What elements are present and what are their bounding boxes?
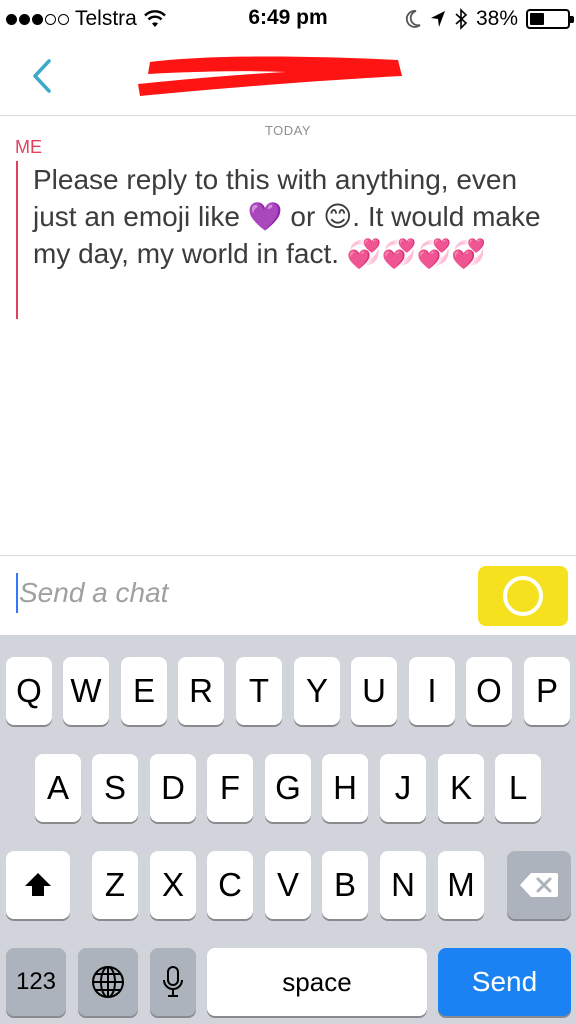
battery-icon: [526, 9, 574, 29]
key-h[interactable]: H: [322, 754, 368, 822]
text-cursor: [16, 573, 18, 613]
key-f[interactable]: F: [207, 754, 253, 822]
bluetooth-icon: [455, 8, 468, 30]
key-o[interactable]: O: [466, 657, 512, 725]
delete-key[interactable]: [507, 851, 571, 919]
key-m[interactable]: M: [438, 851, 484, 919]
chat-bar: [0, 555, 576, 635]
key-v[interactable]: V: [265, 851, 311, 919]
numbers-key[interactable]: 123: [6, 948, 66, 1016]
key-z[interactable]: Z: [92, 851, 138, 919]
key-d[interactable]: D: [150, 754, 196, 822]
date-label: TODAY: [264, 123, 312, 138]
key-w[interactable]: W: [63, 657, 109, 725]
key-u[interactable]: U: [351, 657, 397, 725]
key-r[interactable]: R: [178, 657, 224, 725]
microphone-key[interactable]: [150, 948, 196, 1016]
message-bubble[interactable]: Please reply to this with anything, even…: [16, 161, 556, 319]
key-t[interactable]: T: [236, 657, 282, 725]
key-j[interactable]: J: [380, 754, 426, 822]
battery-percent: 38%: [475, 7, 518, 30]
moon-icon: [405, 10, 421, 28]
redacted-contact-name: [138, 56, 402, 96]
back-button[interactable]: [22, 54, 62, 98]
capture-button[interactable]: [478, 566, 568, 626]
key-k[interactable]: K: [438, 754, 484, 822]
key-g[interactable]: G: [265, 754, 311, 822]
key-l[interactable]: L: [495, 754, 541, 822]
key-b[interactable]: B: [322, 851, 368, 919]
chat-input[interactable]: [19, 568, 439, 618]
key-n[interactable]: N: [380, 851, 426, 919]
key-a[interactable]: A: [35, 754, 81, 822]
key-q[interactable]: Q: [6, 657, 52, 725]
key-y[interactable]: Y: [294, 657, 340, 725]
battery-level: [530, 13, 544, 25]
circle-icon: [503, 576, 543, 616]
status-right: 38%: [404, 6, 574, 32]
key-s[interactable]: S: [92, 754, 138, 822]
location-arrow-icon: [430, 11, 445, 27]
key-x[interactable]: X: [150, 851, 196, 919]
nav-bar: [0, 40, 576, 116]
message-text: Please reply to this with anything, even…: [33, 164, 541, 269]
key-i[interactable]: I: [409, 657, 455, 725]
globe-key[interactable]: [78, 948, 138, 1016]
key-e[interactable]: E: [121, 657, 167, 725]
chevron-left-icon: [33, 59, 51, 93]
keyboard: Q W E R T Y U I O P A S D F G H J K L Z …: [0, 635, 576, 1024]
key-c[interactable]: C: [207, 851, 253, 919]
space-key[interactable]: space: [207, 948, 427, 1016]
microphone-icon: [163, 966, 183, 997]
send-key[interactable]: Send: [438, 948, 571, 1016]
sender-label: ME: [15, 137, 42, 157]
status-bar: Telstra 6:49 pm 38%: [0, 0, 576, 40]
backspace-icon: [520, 873, 558, 897]
key-p[interactable]: P: [524, 657, 570, 725]
shift-key[interactable]: [6, 851, 70, 919]
shift-arrow-icon: [25, 873, 51, 896]
globe-icon: [92, 966, 124, 998]
